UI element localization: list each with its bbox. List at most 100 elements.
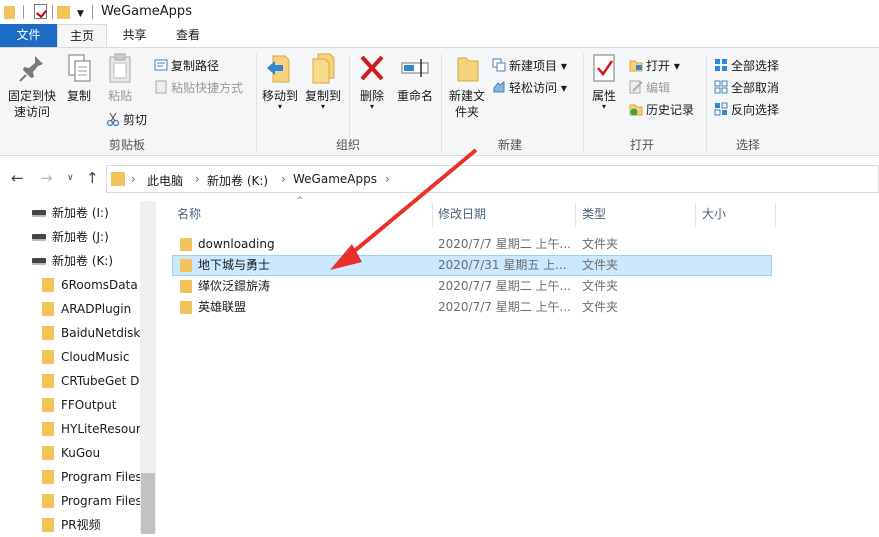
copy-to-icon xyxy=(308,52,338,84)
new-folder-quick-icon[interactable] xyxy=(57,6,70,19)
tree-item-drive-j[interactable]: 新加卷 (J:) xyxy=(0,225,140,249)
tree-item-folder[interactable]: KuGou xyxy=(0,441,140,465)
properties-icon xyxy=(589,52,619,84)
copy-path-button[interactable]: 复制路径 xyxy=(154,56,219,76)
new-folder-button[interactable]: 新建文件夹 xyxy=(446,52,488,120)
breadcrumb-drive-k[interactable]: 新加卷 (K:) xyxy=(207,172,268,189)
tree-item-folder[interactable]: ARADPlugin xyxy=(0,297,140,321)
tree-item-folder[interactable]: BaiduNetdisk xyxy=(0,321,140,345)
folder-icon xyxy=(42,398,54,412)
tree-item-folder[interactable]: FFOutput xyxy=(0,393,140,417)
folder-icon xyxy=(42,350,54,364)
column-divider[interactable] xyxy=(695,203,696,227)
column-divider[interactable] xyxy=(575,203,576,227)
folder-icon xyxy=(42,494,54,508)
properties-button[interactable]: 属性 ▾ xyxy=(588,52,620,111)
breadcrumb-wegameapps[interactable]: WeGameApps xyxy=(293,172,377,186)
divider xyxy=(23,5,24,19)
copy-to-button[interactable]: 复制到 ▾ xyxy=(302,52,344,111)
chevron-down-icon[interactable]: ▼ xyxy=(77,9,84,19)
file-name: 地下城与勇士 xyxy=(198,258,271,272)
delete-button[interactable]: 删除 ▾ xyxy=(356,52,388,111)
file-type: 文件夹 xyxy=(582,279,619,293)
folder-icon xyxy=(42,374,54,388)
new-item-button[interactable]: 新建项目 ▾ xyxy=(492,56,567,76)
breadcrumb-separator-icon[interactable]: › xyxy=(195,172,200,186)
delete-x-icon xyxy=(357,52,387,84)
folder-icon xyxy=(42,278,54,292)
folder-icon xyxy=(42,422,54,436)
table-row[interactable]: 英雄联盟 2020/7/7 星期二 上午... 文件夹 xyxy=(172,297,772,318)
pin-quick-access-button[interactable]: 固定到快速访问 xyxy=(4,52,60,120)
up-arrow-icon[interactable]: ↑ xyxy=(86,169,99,187)
column-divider[interactable] xyxy=(775,203,776,227)
breadcrumb-separator-icon[interactable]: › xyxy=(385,172,390,186)
file-modified: 2020/7/7 星期二 上午... xyxy=(438,300,571,314)
forward-arrow-icon[interactable]: → xyxy=(40,169,53,187)
column-header-name[interactable]: 名称 xyxy=(177,203,201,227)
file-type: 文件夹 xyxy=(582,258,619,272)
paste-shortcut-button[interactable]: 粘贴快捷方式 xyxy=(154,78,243,98)
tree-item-folder[interactable]: Program Files xyxy=(0,489,140,513)
folder-icon xyxy=(111,172,125,186)
table-row[interactable]: downloading 2020/7/7 星期二 上午... 文件夹 xyxy=(172,234,772,255)
breadcrumb-this-pc[interactable]: 此电脑 xyxy=(147,172,183,189)
tree-item-folder[interactable]: Program Files xyxy=(0,465,140,489)
breadcrumb[interactable]: › 此电脑 › 新加卷 (K:) › WeGameApps › xyxy=(106,165,879,193)
tree-scrollbar-thumb[interactable] xyxy=(141,473,155,534)
back-arrow-icon[interactable]: ← xyxy=(11,169,24,187)
copy-path-icon xyxy=(154,58,168,72)
divider xyxy=(706,54,707,152)
column-header-size[interactable]: 大小 xyxy=(702,203,726,227)
file-name: 缂佽泛鐛旂涛 xyxy=(198,279,271,293)
tree-item-drive-i[interactable]: 新加卷 (I:) xyxy=(0,201,140,225)
tree-item-folder[interactable]: HYLiteResour xyxy=(0,417,140,441)
drive-icon xyxy=(32,234,46,241)
tab-file[interactable]: 文件 xyxy=(0,24,57,47)
select-all-button[interactable]: 全部选择 xyxy=(714,56,779,76)
navigation-pane: 新加卷 (I:) 新加卷 (J:) 新加卷 (K:) 6RoomsData AR… xyxy=(0,201,156,534)
rename-button[interactable]: 重命名 xyxy=(394,52,436,104)
breadcrumb-separator-icon[interactable]: › xyxy=(281,172,286,186)
tab-view[interactable]: 查看 xyxy=(162,24,214,47)
easy-access-button[interactable]: 轻松访问 ▾ xyxy=(492,78,567,98)
select-none-button[interactable]: 全部取消 xyxy=(714,78,779,98)
file-modified: 2020/7/7 星期二 上午... xyxy=(438,279,571,293)
divider xyxy=(441,54,442,152)
copy-button[interactable]: 复制 xyxy=(62,52,96,104)
folder-icon xyxy=(42,326,54,340)
column-header-type[interactable]: 类型 xyxy=(582,203,606,227)
table-row[interactable]: 缂佽泛鐛旂涛 2020/7/7 星期二 上午... 文件夹 xyxy=(172,276,772,297)
folder-icon xyxy=(42,446,54,460)
invert-selection-icon xyxy=(714,102,728,116)
edit-button[interactable]: 编辑 xyxy=(629,78,670,98)
move-to-button[interactable]: 移动到 ▾ xyxy=(260,52,300,111)
invert-selection-button[interactable]: 反向选择 xyxy=(714,100,779,120)
select-all-icon xyxy=(714,58,728,72)
tree-item-drive-k[interactable]: 新加卷 (K:) xyxy=(0,249,140,273)
breadcrumb-separator-icon[interactable]: › xyxy=(131,172,136,186)
paste-button[interactable]: 粘贴 xyxy=(102,52,138,104)
tree-item-folder[interactable]: PR视频 xyxy=(0,513,140,537)
divider xyxy=(52,5,53,19)
file-name: 英雄联盟 xyxy=(198,300,247,314)
file-modified: 2020/7/31 星期五 上... xyxy=(438,258,567,272)
ribbon: 固定到快速访问 复制 粘贴 复制路径 粘贴快捷方式 剪切 剪贴板 移动到 ▾ 复制… xyxy=(0,47,879,156)
new-folder-icon xyxy=(452,52,482,84)
history-button[interactable]: 历史记录 xyxy=(629,100,694,120)
column-divider[interactable] xyxy=(432,203,433,227)
tree-item-folder[interactable]: CRTubeGet D xyxy=(0,369,140,393)
tree-item-folder[interactable]: CloudMusic xyxy=(0,345,140,369)
tree-item-folder[interactable]: 6RoomsData xyxy=(0,273,140,297)
tab-share[interactable]: 共享 xyxy=(107,24,162,47)
cut-button[interactable]: 剪切 xyxy=(106,110,147,130)
recent-chevron-icon[interactable]: ∨ xyxy=(67,173,74,183)
properties-quick-icon[interactable] xyxy=(34,4,47,19)
column-header-modified[interactable]: 修改日期 xyxy=(438,203,486,227)
tab-home[interactable]: 主页 xyxy=(57,24,107,47)
open-button[interactable]: 打开 ▾ xyxy=(629,56,680,76)
folder-icon xyxy=(180,238,192,251)
file-name: downloading xyxy=(198,237,275,251)
table-row-selected[interactable]: 地下城与勇士 2020/7/31 星期五 上... 文件夹 xyxy=(172,255,772,276)
new-item-icon xyxy=(492,58,506,72)
